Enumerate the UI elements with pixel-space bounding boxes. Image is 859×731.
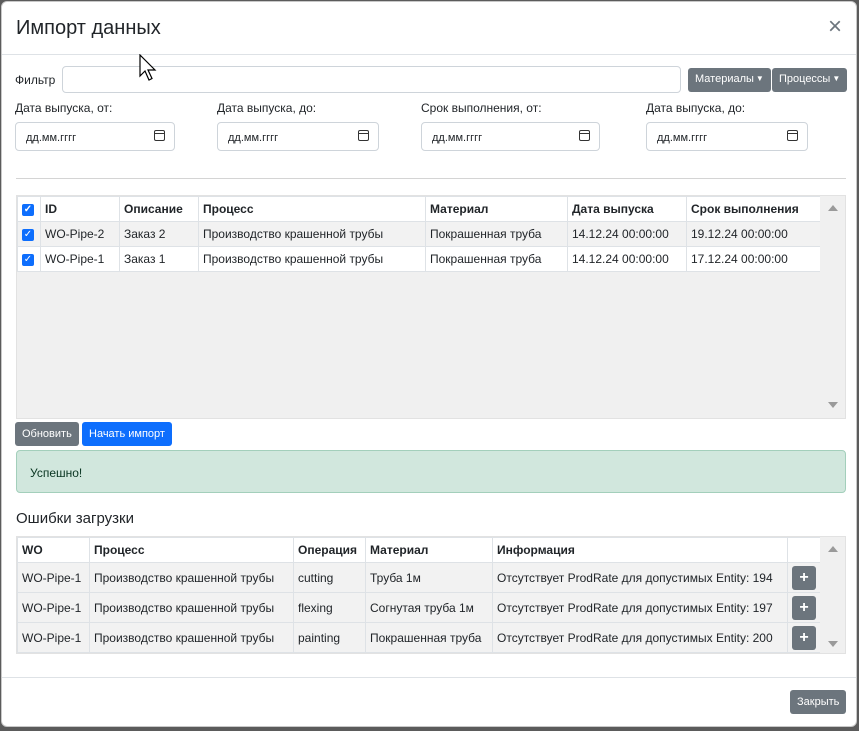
cell-release-date: 14.12.24 00:00:00 xyxy=(567,221,687,247)
cell-wo: WO-Pipe-1 xyxy=(17,622,90,653)
cell-operation: painting xyxy=(293,622,366,653)
calendar-icon[interactable] xyxy=(579,130,590,141)
dialog-header: Импорт данных × xyxy=(2,2,856,55)
add-button[interactable]: + xyxy=(792,595,816,620)
date-label: Срок выполнения, от: xyxy=(421,101,542,115)
cell-wo: WO-Pipe-1 xyxy=(17,562,90,593)
calendar-icon[interactable] xyxy=(787,130,798,141)
cell-wo: WO-Pipe-1 xyxy=(17,592,90,623)
import-dialog: Импорт данных × Фильтр Материалы ▼ Процес… xyxy=(1,1,857,727)
errors-heading: Ошибки загрузки xyxy=(16,510,134,527)
cell-process: Производство крашенной трубы xyxy=(89,562,294,593)
scroll-down-icon[interactable] xyxy=(828,402,838,408)
release-to-date-input[interactable]: дд.мм.гггг xyxy=(217,122,379,151)
release-from-date-input[interactable]: дд.мм.гггг xyxy=(15,122,175,151)
cell-process: Производство крашенной трубы xyxy=(89,622,294,653)
column-header[interactable]: Материал xyxy=(425,196,568,222)
due-from-date-input[interactable]: дд.мм.гггг xyxy=(421,122,600,151)
cell-operation: flexing xyxy=(293,592,366,623)
cell-description: Заказ 1 xyxy=(119,246,199,272)
table-header-row: WO Процесс Операция Материал Информация xyxy=(17,537,821,563)
caret-down-icon: ▼ xyxy=(832,74,841,83)
select-all-checkbox[interactable]: ✓ xyxy=(22,203,34,216)
cell-action: + xyxy=(787,592,821,623)
column-header[interactable]: Процесс xyxy=(89,537,294,563)
mouse-cursor-icon xyxy=(139,54,157,81)
orders-table: ✓ ID Описание Процесс Материал Дата выпу… xyxy=(17,196,824,272)
column-header[interactable]: ID xyxy=(40,196,120,222)
cell-description: Заказ 2 xyxy=(119,221,199,247)
close-icon[interactable]: × xyxy=(824,15,846,39)
table-header-row: ✓ ID Описание Процесс Материал Дата выпу… xyxy=(17,196,824,222)
add-button[interactable]: + xyxy=(792,565,816,590)
column-header[interactable]: Процесс xyxy=(198,196,426,222)
cell-id: WO-Pipe-1 xyxy=(40,246,120,272)
vertical-scrollbar[interactable] xyxy=(820,196,845,418)
calendar-icon[interactable] xyxy=(358,130,369,141)
materials-dropdown-button[interactable]: Материалы ▼ xyxy=(688,68,771,92)
vertical-scrollbar[interactable] xyxy=(820,537,845,653)
date-label: Дата выпуска, от: xyxy=(15,101,113,115)
cell-release-date: 14.12.24 00:00:00 xyxy=(567,246,687,272)
table-row[interactable]: ✓ WO-Pipe-2 Заказ 2 Производство крашенн… xyxy=(17,221,824,247)
cell-id: WO-Pipe-2 xyxy=(40,221,120,247)
column-header-actions xyxy=(787,537,821,563)
scroll-up-icon[interactable] xyxy=(828,546,838,552)
column-header[interactable]: Описание xyxy=(119,196,199,222)
cell-action: + xyxy=(787,622,821,653)
cell-material: Покрашенная труба xyxy=(425,246,568,272)
column-header[interactable]: Материал xyxy=(365,537,493,563)
cell-process: Производство крашенной трубы xyxy=(198,221,426,247)
divider xyxy=(16,178,846,179)
errors-table: WO Процесс Операция Материал Информация … xyxy=(17,537,821,653)
cell-due-date: 17.12.24 00:00:00 xyxy=(686,246,824,272)
row-checkbox[interactable]: ✓ xyxy=(22,228,34,241)
scroll-down-icon[interactable] xyxy=(828,641,838,647)
cell-material: Покрашенная труба xyxy=(425,221,568,247)
release-to-date-input-2[interactable]: дд.мм.гггг xyxy=(646,122,808,151)
cell-action: + xyxy=(787,562,821,593)
scroll-up-icon[interactable] xyxy=(828,205,838,211)
cell-due-date: 19.12.24 00:00:00 xyxy=(686,221,824,247)
cell-info: Отсутствует ProdRate для допустимых Enti… xyxy=(492,592,788,623)
cell-material: Покрашенная труба xyxy=(365,622,493,653)
orders-grid: ✓ ID Описание Процесс Материал Дата выпу… xyxy=(16,195,846,419)
cell-info: Отсутствует ProdRate для допустимых Enti… xyxy=(492,622,788,653)
success-alert: Успешно! xyxy=(16,450,846,493)
cell-process: Производство крашенной трубы xyxy=(89,592,294,623)
processes-dropdown-button[interactable]: Процессы ▼ xyxy=(772,68,848,92)
refresh-button[interactable]: Обновить xyxy=(15,422,79,446)
column-header[interactable]: Дата выпуска xyxy=(567,196,687,222)
calendar-icon[interactable] xyxy=(154,130,165,141)
filter-label: Фильтр xyxy=(15,73,56,87)
cell-material: Труба 1м xyxy=(365,562,493,593)
date-label: Дата выпуска, до: xyxy=(646,101,746,115)
cell-process: Производство крашенной трубы xyxy=(198,246,426,272)
row-checkbox[interactable]: ✓ xyxy=(22,253,34,266)
table-row: WO-Pipe-1 Производство крашенной трубы c… xyxy=(17,562,821,593)
close-button[interactable]: Закрыть xyxy=(790,690,847,714)
column-header[interactable]: Информация xyxy=(492,537,788,563)
table-row: WO-Pipe-1 Производство крашенной трубы f… xyxy=(17,592,821,623)
footer-divider xyxy=(2,677,856,678)
errors-grid: WO Процесс Операция Материал Информация … xyxy=(16,536,846,654)
row-checkbox-cell: ✓ xyxy=(17,246,41,272)
cell-info: Отсутствует ProdRate для допустимых Enti… xyxy=(492,562,788,593)
table-row[interactable]: ✓ WO-Pipe-1 Заказ 1 Производство крашенн… xyxy=(17,246,824,272)
start-import-button[interactable]: Начать импорт xyxy=(82,422,172,446)
select-all-checkbox-cell: ✓ xyxy=(17,196,41,222)
column-header[interactable]: Операция xyxy=(293,537,366,563)
cell-operation: cutting xyxy=(293,562,366,593)
caret-down-icon: ▼ xyxy=(755,74,764,83)
column-header[interactable]: Срок выполнения xyxy=(686,196,824,222)
date-label: Дата выпуска, до: xyxy=(217,101,317,115)
column-header[interactable]: WO xyxy=(17,537,90,563)
row-checkbox-cell: ✓ xyxy=(17,221,41,247)
dialog-title: Импорт данных xyxy=(16,17,161,39)
cell-material: Согнутая труба 1м xyxy=(365,592,493,623)
table-row: WO-Pipe-1 Производство крашенной трубы p… xyxy=(17,622,821,653)
add-button[interactable]: + xyxy=(792,625,816,650)
